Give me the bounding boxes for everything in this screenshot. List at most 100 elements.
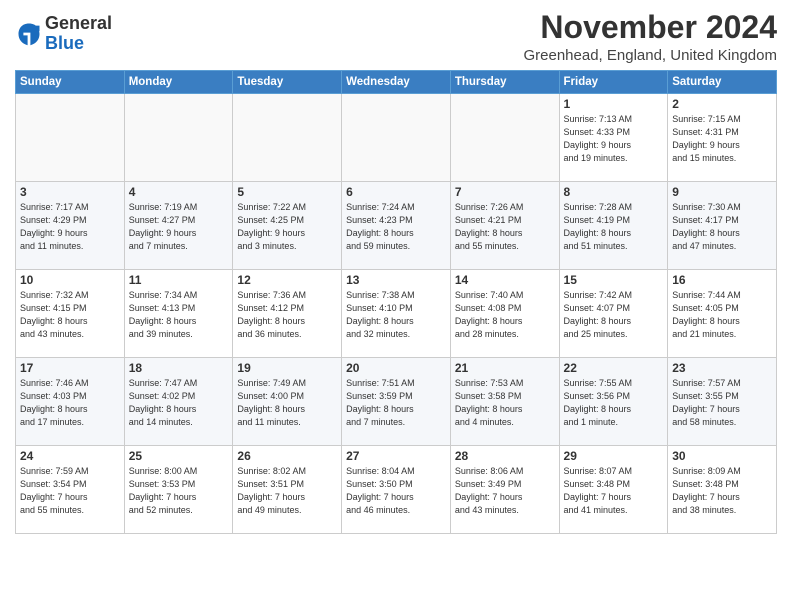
table-cell: 27 Sunrise: 8:04 AM Sunset: 3:50 PM Dayli…: [342, 446, 451, 534]
table-cell: 14 Sunrise: 7:40 AM Sunset: 4:08 PM Dayli…: [450, 270, 559, 358]
day-info: Sunrise: 7:24 AM Sunset: 4:23 PM Dayligh…: [346, 201, 446, 253]
logo: General Blue: [15, 14, 112, 54]
day-number: 21: [455, 361, 555, 375]
day-number: 20: [346, 361, 446, 375]
day-number: 26: [237, 449, 337, 463]
day-number: 19: [237, 361, 337, 375]
day-info: Sunrise: 8:09 AM Sunset: 3:48 PM Dayligh…: [672, 465, 772, 517]
col-wednesday: Wednesday: [342, 71, 451, 94]
day-info: Sunrise: 7:30 AM Sunset: 4:17 PM Dayligh…: [672, 201, 772, 253]
table-cell: [16, 94, 125, 182]
table-cell: 9Sunrise: 7:30 AM Sunset: 4:17 PM Daylig…: [668, 182, 777, 270]
table-cell: 6 Sunrise: 7:24 AM Sunset: 4:23 PM Daylig…: [342, 182, 451, 270]
table-cell: [450, 94, 559, 182]
table-cell: 28 Sunrise: 8:06 AM Sunset: 3:49 PM Dayli…: [450, 446, 559, 534]
day-info: Sunrise: 7:38 AM Sunset: 4:10 PM Dayligh…: [346, 289, 446, 341]
table-cell: 24 Sunrise: 7:59 AM Sunset: 3:54 PM Dayli…: [16, 446, 125, 534]
day-number: 10: [20, 273, 120, 287]
month-title: November 2024: [523, 10, 777, 45]
table-cell: [233, 94, 342, 182]
col-monday: Monday: [124, 71, 233, 94]
col-thursday: Thursday: [450, 71, 559, 94]
title-block: November 2024 Greenhead, England, United…: [523, 10, 777, 64]
day-number: 8: [564, 185, 664, 199]
day-number: 5: [237, 185, 337, 199]
logo-general: General: [45, 13, 112, 33]
day-info: Sunrise: 7:26 AM Sunset: 4:21 PM Dayligh…: [455, 201, 555, 253]
day-number: 1: [564, 97, 664, 111]
table-cell: 16 Sunrise: 7:44 AM Sunset: 4:05 PM Dayli…: [668, 270, 777, 358]
day-info: Sunrise: 7:34 AM Sunset: 4:13 PM Dayligh…: [129, 289, 229, 341]
day-number: 13: [346, 273, 446, 287]
table-cell: 8 Sunrise: 7:28 AM Sunset: 4:19 PM Daylig…: [559, 182, 668, 270]
day-info: Sunrise: 7:49 AM Sunset: 4:00 PM Dayligh…: [237, 377, 337, 429]
day-info: Sunrise: 8:06 AM Sunset: 3:49 PM Dayligh…: [455, 465, 555, 517]
table-cell: 26 Sunrise: 8:02 AM Sunset: 3:51 PM Dayli…: [233, 446, 342, 534]
table-cell: [124, 94, 233, 182]
day-number: 4: [129, 185, 229, 199]
day-info: Sunrise: 7:40 AM Sunset: 4:08 PM Dayligh…: [455, 289, 555, 341]
day-info: Sunrise: 7:44 AM Sunset: 4:05 PM Dayligh…: [672, 289, 772, 341]
day-number: 2: [672, 97, 772, 111]
day-info: Sunrise: 7:15 AM Sunset: 4:31 PM Dayligh…: [672, 113, 772, 165]
day-number: 17: [20, 361, 120, 375]
col-friday: Friday: [559, 71, 668, 94]
table-cell: 25 Sunrise: 8:00 AM Sunset: 3:53 PM Dayli…: [124, 446, 233, 534]
day-info: Sunrise: 7:55 AM Sunset: 3:56 PM Dayligh…: [564, 377, 664, 429]
day-number: 22: [564, 361, 664, 375]
day-info: Sunrise: 8:02 AM Sunset: 3:51 PM Dayligh…: [237, 465, 337, 517]
day-number: 27: [346, 449, 446, 463]
day-info: Sunrise: 7:19 AM Sunset: 4:27 PM Dayligh…: [129, 201, 229, 253]
table-cell: 1Sunrise: 7:13 AM Sunset: 4:33 PM Daylig…: [559, 94, 668, 182]
logo-icon: [15, 20, 43, 48]
day-info: Sunrise: 7:47 AM Sunset: 4:02 PM Dayligh…: [129, 377, 229, 429]
day-number: 11: [129, 273, 229, 287]
day-number: 24: [20, 449, 120, 463]
table-cell: 13 Sunrise: 7:38 AM Sunset: 4:10 PM Dayli…: [342, 270, 451, 358]
day-number: 29: [564, 449, 664, 463]
table-cell: 23 Sunrise: 7:57 AM Sunset: 3:55 PM Dayli…: [668, 358, 777, 446]
col-tuesday: Tuesday: [233, 71, 342, 94]
col-saturday: Saturday: [668, 71, 777, 94]
table-cell: 17 Sunrise: 7:46 AM Sunset: 4:03 PM Dayli…: [16, 358, 125, 446]
table-cell: 30 Sunrise: 8:09 AM Sunset: 3:48 PM Dayli…: [668, 446, 777, 534]
table-cell: 5Sunrise: 7:22 AM Sunset: 4:25 PM Daylig…: [233, 182, 342, 270]
table-cell: 12Sunrise: 7:36 AM Sunset: 4:12 PM Dayli…: [233, 270, 342, 358]
table-cell: [342, 94, 451, 182]
day-info: Sunrise: 7:32 AM Sunset: 4:15 PM Dayligh…: [20, 289, 120, 341]
table-cell: 2 Sunrise: 7:15 AM Sunset: 4:31 PM Daylig…: [668, 94, 777, 182]
col-sunday: Sunday: [16, 71, 125, 94]
table-cell: 29 Sunrise: 8:07 AM Sunset: 3:48 PM Dayli…: [559, 446, 668, 534]
day-info: Sunrise: 7:53 AM Sunset: 3:58 PM Dayligh…: [455, 377, 555, 429]
table-cell: 21 Sunrise: 7:53 AM Sunset: 3:58 PM Dayli…: [450, 358, 559, 446]
day-number: 14: [455, 273, 555, 287]
day-info: Sunrise: 7:42 AM Sunset: 4:07 PM Dayligh…: [564, 289, 664, 341]
day-number: 6: [346, 185, 446, 199]
day-info: Sunrise: 8:07 AM Sunset: 3:48 PM Dayligh…: [564, 465, 664, 517]
day-info: Sunrise: 7:51 AM Sunset: 3:59 PM Dayligh…: [346, 377, 446, 429]
location: Greenhead, England, United Kingdom: [523, 47, 777, 64]
day-info: Sunrise: 7:17 AM Sunset: 4:29 PM Dayligh…: [20, 201, 120, 253]
table-cell: 18 Sunrise: 7:47 AM Sunset: 4:02 PM Dayli…: [124, 358, 233, 446]
day-info: Sunrise: 8:04 AM Sunset: 3:50 PM Dayligh…: [346, 465, 446, 517]
day-info: Sunrise: 7:28 AM Sunset: 4:19 PM Dayligh…: [564, 201, 664, 253]
day-number: 18: [129, 361, 229, 375]
table-cell: 11 Sunrise: 7:34 AM Sunset: 4:13 PM Dayli…: [124, 270, 233, 358]
day-number: 30: [672, 449, 772, 463]
table-cell: 19 Sunrise: 7:49 AM Sunset: 4:00 PM Dayli…: [233, 358, 342, 446]
day-info: Sunrise: 7:46 AM Sunset: 4:03 PM Dayligh…: [20, 377, 120, 429]
day-info: Sunrise: 7:57 AM Sunset: 3:55 PM Dayligh…: [672, 377, 772, 429]
logo-blue: Blue: [45, 33, 84, 53]
day-info: Sunrise: 8:00 AM Sunset: 3:53 PM Dayligh…: [129, 465, 229, 517]
day-number: 25: [129, 449, 229, 463]
day-number: 16: [672, 273, 772, 287]
day-number: 28: [455, 449, 555, 463]
table-cell: 20 Sunrise: 7:51 AM Sunset: 3:59 PM Dayli…: [342, 358, 451, 446]
table-cell: 7 Sunrise: 7:26 AM Sunset: 4:21 PM Daylig…: [450, 182, 559, 270]
day-number: 7: [455, 185, 555, 199]
day-number: 15: [564, 273, 664, 287]
table-cell: 10 Sunrise: 7:32 AM Sunset: 4:15 PM Dayli…: [16, 270, 125, 358]
day-number: 23: [672, 361, 772, 375]
table-cell: 15 Sunrise: 7:42 AM Sunset: 4:07 PM Dayli…: [559, 270, 668, 358]
day-info: Sunrise: 7:59 AM Sunset: 3:54 PM Dayligh…: [20, 465, 120, 517]
